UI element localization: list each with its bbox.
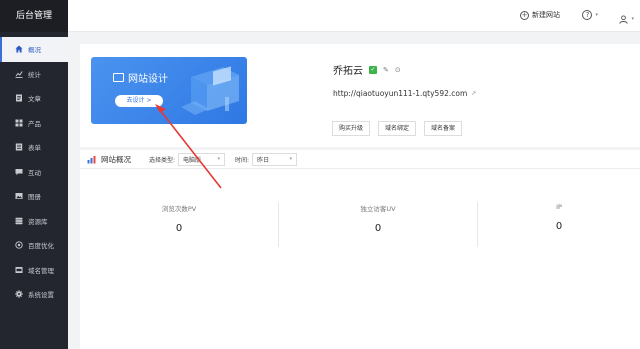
sidebar-item-label: 图册 [28, 193, 41, 202]
site-url-row: http://qiaotuoyun111-1.qty592.com ↗ [333, 89, 476, 98]
user-icon [619, 9, 629, 28]
sidebar-item-label: 百度优化 [28, 242, 54, 251]
chevron-down-icon: ▾ [217, 156, 221, 162]
time-select-value: 昨日 [257, 156, 270, 164]
sidebar-item-label: 域名管理 [28, 266, 54, 275]
top-bar: + 新建网站 ? ▾ ▾ [68, 0, 640, 32]
sidebar-item-label: 表单 [28, 144, 41, 153]
new-site-label: 新建网站 [532, 11, 560, 19]
sidebar-item-label: 产品 [28, 119, 41, 128]
chat-icon [15, 168, 23, 176]
domain-icon [15, 266, 23, 274]
sidebar-item-interaction[interactable]: 互动 [0, 160, 68, 185]
chart-icon [87, 155, 96, 163]
stats-icon [15, 70, 23, 78]
banner-title-text: 网站设计 [128, 74, 168, 85]
metric-uv: 独立访客UV 0 [279, 202, 478, 247]
stats-header: 网站概况 选择类型: 电脑版 ▾ 时间: 昨日 ▾ [80, 150, 640, 168]
sidebar-item-label: 系统设置 [28, 291, 54, 300]
user-menu[interactable]: ▾ [619, 9, 634, 28]
metric-ip: IP 0 [478, 202, 640, 247]
bind-domain-button[interactable]: 域名绑定 [378, 121, 417, 136]
site-name-row: 乔拓云 ✓ ✎ ⊙ [333, 62, 401, 77]
main-content: 网站设计 去设计 > 乔拓云 ✓ ✎ ⊙ http://qiaotuoyun11… [68, 32, 640, 349]
banner-illustration [181, 66, 239, 115]
metric-label: 浏览次数PV [161, 205, 197, 213]
sidebar-item-label: 统计 [28, 70, 41, 79]
sidebar-item-album[interactable]: 图册 [0, 184, 68, 209]
sidebar-item-label: 资源库 [28, 217, 48, 226]
sidebar-item-baidu-seo[interactable]: 百度优化 [0, 233, 68, 258]
sidebar-item-articles[interactable]: 文章 [0, 86, 68, 111]
metric-value: 0 [555, 221, 563, 232]
home-icon [15, 45, 23, 53]
metric-value: 0 [374, 223, 382, 234]
upgrade-button[interactable]: 购买升级 [332, 121, 371, 136]
divider [80, 168, 640, 169]
metric-label: IP [556, 203, 562, 211]
type-filter-label: 选择类型: [149, 156, 176, 164]
chevron-down-icon: ▾ [289, 156, 293, 162]
external-link-icon[interactable]: ↗ [471, 90, 476, 97]
sidebar-item-label: 互动 [28, 168, 41, 177]
design-banner[interactable]: 网站设计 去设计 > [91, 57, 247, 124]
sidebar-item-resources[interactable]: 资源库 [0, 209, 68, 234]
sidebar-menu: 概况 统计 文章 产品 表单 互动 图册 资源库 百度优化 域名管理 系统设置 [0, 37, 68, 307]
go-design-button[interactable]: 去设计 > [115, 95, 163, 107]
metrics-row: 浏览次数PV 0 独立访客UV 0 IP 0 [80, 202, 640, 262]
banner-title: 网站设计 [113, 70, 168, 85]
stats-card: 网站概况 选择类型: 电脑版 ▾ 时间: 昨日 ▾ 浏览次数PV 0 独立访客U… [80, 150, 640, 349]
settings-icon[interactable]: ⊙ [395, 66, 401, 74]
help-icon: ? [582, 10, 593, 20]
album-icon [15, 192, 23, 200]
edit-icon[interactable]: ✎ [383, 66, 389, 74]
site-actions: 购买升级 域名绑定 域名备案 [332, 121, 470, 136]
sidebar-item-label: 概况 [28, 46, 41, 55]
domain-filing-button[interactable]: 域名备案 [424, 121, 463, 136]
metric-value: 0 [175, 223, 183, 234]
article-icon [15, 94, 23, 102]
gear-icon [15, 290, 23, 298]
sidebar: 后台管理 概况 统计 文章 产品 表单 互动 图册 资源库 百度优化 域名管理 … [0, 0, 68, 349]
new-site-button[interactable]: + 新建网站 [520, 10, 560, 20]
metric-pv: 浏览次数PV 0 [80, 202, 279, 247]
metric-label: 独立访客UV [360, 205, 396, 213]
time-select[interactable]: 昨日 ▾ [252, 152, 298, 166]
verified-icon: ✓ [369, 65, 377, 74]
type-select[interactable]: 电脑版 ▾ [178, 152, 226, 166]
sidebar-item-label: 文章 [28, 95, 41, 104]
sidebar-item-stats[interactable]: 统计 [0, 62, 68, 87]
database-icon [15, 217, 23, 225]
chevron-down-icon: ▾ [595, 12, 598, 18]
stats-title-text: 网站概况 [101, 154, 131, 164]
site-url-link[interactable]: http://qiaotuoyun111-1.qty592.com [333, 89, 467, 98]
monitor-icon [113, 73, 124, 82]
help-menu[interactable]: ? ▾ [582, 10, 598, 20]
stats-title: 网站概况 [87, 154, 131, 165]
sidebar-title: 后台管理 [0, 0, 68, 32]
seo-icon [15, 241, 23, 249]
site-card: 网站设计 去设计 > 乔拓云 ✓ ✎ ⊙ http://qiaotuoyun11… [80, 44, 640, 147]
sidebar-item-products[interactable]: 产品 [0, 111, 68, 136]
type-select-value: 电脑版 [183, 156, 202, 164]
sidebar-item-settings[interactable]: 系统设置 [0, 282, 68, 307]
product-icon [15, 119, 23, 127]
sidebar-item-domain[interactable]: 域名管理 [0, 258, 68, 283]
sidebar-item-forms[interactable]: 表单 [0, 135, 68, 160]
site-name: 乔拓云 [333, 66, 363, 77]
chevron-down-icon: ▾ [631, 15, 634, 22]
sidebar-item-overview[interactable]: 概况 [0, 37, 68, 62]
time-filter-label: 时间: [235, 156, 250, 164]
plus-icon: + [520, 10, 529, 20]
form-icon [15, 143, 23, 151]
